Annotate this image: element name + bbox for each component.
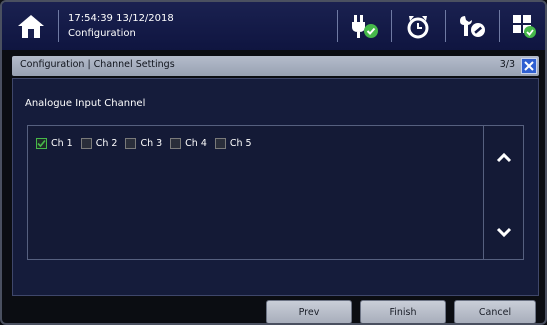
scroll-up-button[interactable] xyxy=(494,148,514,168)
chevron-up-icon xyxy=(496,152,512,163)
date-text: 13/12/2018 xyxy=(116,13,174,24)
dialog-content: Analogue Input Channel Ch 1 Ch 2 Ch 3 Ch… xyxy=(12,78,539,296)
dialog-title: Configuration | Channel Settings xyxy=(20,59,175,70)
datetime: 17:54:39 13/12/2018 Configuration xyxy=(68,11,174,41)
finish-button[interactable]: Finish xyxy=(360,300,446,323)
checkbox[interactable] xyxy=(125,138,137,149)
divider xyxy=(445,10,446,42)
divider xyxy=(58,10,59,42)
cancel-button[interactable]: Cancel xyxy=(454,300,536,323)
status-bar: 17:54:39 13/12/2018 Configuration xyxy=(2,2,545,50)
channel-checkbox-5[interactable]: Ch 5 xyxy=(214,138,252,149)
channel-label: Ch 3 xyxy=(140,138,163,149)
context-text: Configuration xyxy=(68,28,136,39)
close-button[interactable] xyxy=(521,58,537,74)
wrench-icon xyxy=(460,16,485,37)
power-status-button[interactable] xyxy=(344,9,384,43)
chevron-down-icon xyxy=(496,227,512,238)
grid-status-icon xyxy=(513,15,536,38)
close-icon xyxy=(524,61,534,71)
panel-scrollbar xyxy=(483,126,523,259)
checkbox[interactable] xyxy=(80,138,92,149)
home-button[interactable] xyxy=(12,8,50,44)
prev-button[interactable]: Prev xyxy=(266,300,352,323)
checkbox[interactable] xyxy=(170,138,182,149)
device-screen: 17:54:39 13/12/2018 Configuration Config… xyxy=(0,0,547,325)
divider xyxy=(391,10,392,42)
check-icon xyxy=(37,139,46,148)
divider xyxy=(337,10,338,42)
channel-list: Ch 1 Ch 2 Ch 3 Ch 4 Ch 5 xyxy=(36,138,252,149)
checkbox[interactable] xyxy=(36,138,47,149)
network-status-button[interactable] xyxy=(504,9,544,43)
maintenance-button[interactable] xyxy=(452,9,492,43)
channel-label: Ch 1 xyxy=(51,138,73,149)
time-text: 17:54:39 xyxy=(68,13,113,24)
channel-checkbox-1[interactable]: Ch 1 xyxy=(36,138,73,149)
alarm-clock-icon xyxy=(407,16,429,39)
channel-panel: Ch 1 Ch 2 Ch 3 Ch 4 Ch 5 xyxy=(27,125,524,260)
channel-label: Ch 2 xyxy=(95,138,118,149)
power-ok-icon xyxy=(352,15,378,38)
channel-label: Ch 4 xyxy=(185,138,207,149)
channel-label: Ch 5 xyxy=(229,138,252,149)
scroll-down-button[interactable] xyxy=(494,222,514,242)
dialog-titlebar: Configuration | Channel Settings 3/3 xyxy=(12,56,539,76)
channel-checkbox-4[interactable]: Ch 4 xyxy=(170,138,207,149)
checkbox[interactable] xyxy=(214,138,226,149)
channel-checkbox-2[interactable]: Ch 2 xyxy=(80,138,118,149)
section-label: Analogue Input Channel xyxy=(25,98,146,109)
page-indicator: 3/3 xyxy=(499,59,515,70)
alarm-button[interactable] xyxy=(398,9,438,43)
home-icon xyxy=(18,15,44,38)
divider xyxy=(499,10,500,42)
channel-checkbox-3[interactable]: Ch 3 xyxy=(125,138,162,149)
